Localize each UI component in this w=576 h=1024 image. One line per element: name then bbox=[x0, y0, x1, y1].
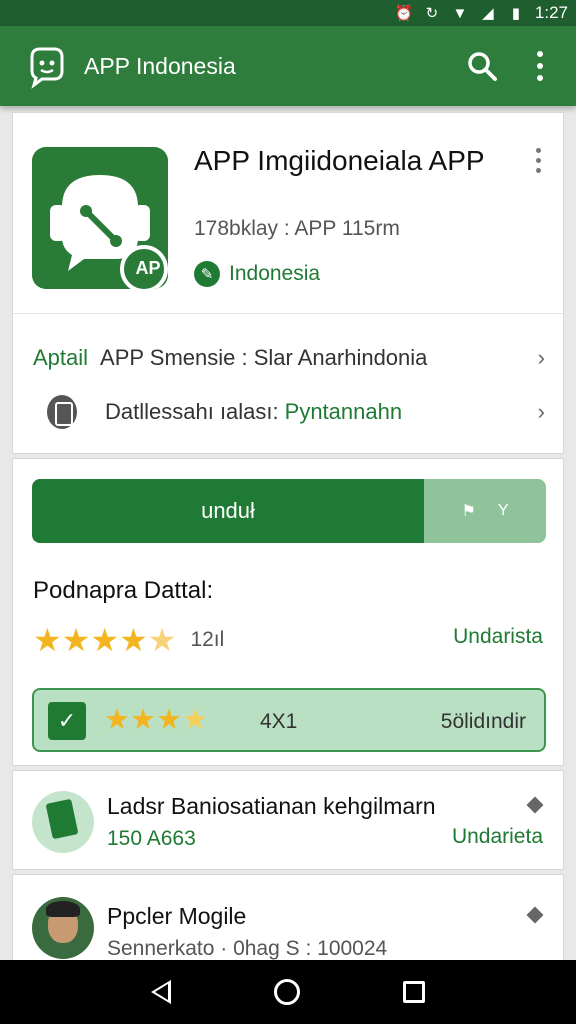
review-title: Ladsr Baniosatianan kehgilmarn bbox=[107, 793, 436, 819]
home-icon[interactable] bbox=[273, 979, 300, 1005]
clipboard-icon bbox=[47, 395, 77, 429]
review-sub: 150 A663 bbox=[107, 827, 196, 850]
app-title: APP Imgiidoneiala APP bbox=[194, 145, 485, 176]
highlight-value: 4X1 bbox=[260, 710, 298, 733]
review-link[interactable]: Undarieta bbox=[452, 825, 543, 849]
card-more-icon[interactable] bbox=[531, 145, 545, 175]
signal-icon: ◢ bbox=[482, 5, 494, 22]
review-card[interactable]: Ladsr Baniosatianan kehgilmarn 150 A663 … bbox=[12, 770, 564, 870]
install-card: unduł ⚑ Y Podnapra Dattal: ★★★★★ 12ıl Un… bbox=[12, 458, 564, 766]
app-logo-icon bbox=[30, 47, 64, 89]
battery-icon: ▮ bbox=[511, 5, 521, 22]
info-row-text: Datllessahı ıalası: bbox=[105, 399, 279, 424]
nav-bar bbox=[0, 960, 576, 1024]
info-row-1[interactable]: Aptail APP Smensie : Slar Anarhindonia › bbox=[13, 335, 563, 381]
avatar bbox=[32, 897, 94, 959]
chevron-right-icon: › bbox=[537, 399, 545, 424]
developer-link[interactable]: ✎ Indonesia bbox=[194, 261, 320, 287]
more-vert-icon[interactable] bbox=[530, 48, 550, 84]
sync-icon: ↻ bbox=[425, 5, 439, 22]
recent-apps-icon[interactable] bbox=[402, 981, 425, 1003]
user-sub: Sennerkato · 0hag S : 100024 bbox=[107, 937, 388, 960]
ratings-link[interactable]: Undarista bbox=[453, 625, 543, 649]
star-rating: ★★★★ bbox=[104, 704, 208, 736]
status-time: 1:27 bbox=[534, 3, 568, 22]
star-rating: ★★★★★ bbox=[33, 622, 177, 658]
info-row-highlight: Pyntannahn bbox=[284, 399, 403, 424]
diamond-icon[interactable] bbox=[526, 906, 544, 924]
status-bar: ⏰ ↻ ▼ ◢ ▮ 1:27 bbox=[0, 0, 576, 26]
diamond-icon[interactable] bbox=[526, 796, 544, 814]
highlight-rating-box[interactable]: ✓ ★★★★ 4X1 5ölidındir bbox=[32, 688, 546, 752]
install-button[interactable]: unduł bbox=[32, 479, 424, 543]
developer-name: Indonesia bbox=[229, 262, 321, 285]
app-meta: 178bklay : APP 115rm bbox=[194, 217, 400, 240]
info-row-2[interactable]: Datllessahı ıalası: Pyntannahn › bbox=[13, 389, 563, 435]
rating-count: 12ıl bbox=[190, 628, 225, 651]
info-row-tag: Aptail bbox=[33, 345, 89, 370]
ratings-title: Podnapra Dattal: bbox=[33, 577, 214, 604]
wifi-icon: ▼ bbox=[452, 4, 468, 22]
search-icon[interactable] bbox=[466, 50, 498, 82]
app-bar: APP Indonesia bbox=[0, 26, 576, 106]
info-row-text: APP Smensie : Slar Anarhindonia bbox=[100, 345, 428, 370]
app-icon-badge-text: AP bbox=[135, 258, 161, 278]
user-name: Ppcler Mogile bbox=[107, 903, 247, 929]
app-header-card: AP APP Imgiidoneiala APP 178bklay : APP … bbox=[12, 112, 564, 454]
divider bbox=[13, 313, 563, 314]
chevron-right-icon: › bbox=[537, 345, 545, 370]
alarm-icon: ⏰ bbox=[394, 5, 414, 22]
back-icon[interactable] bbox=[151, 980, 172, 1004]
edit-icon: ✓ bbox=[48, 702, 86, 740]
document-icon bbox=[32, 791, 94, 853]
verified-icon: ✎ bbox=[194, 261, 220, 287]
app-bar-title: APP Indonesia bbox=[84, 52, 236, 79]
install-options-button[interactable]: ⚑ Y bbox=[424, 479, 546, 543]
flag-icon: ⚑ bbox=[461, 503, 476, 520]
rating-row: ★★★★★ 12ıl bbox=[33, 621, 224, 659]
highlight-right: 5ölidındir bbox=[440, 710, 526, 733]
install-side-label: Y bbox=[497, 502, 509, 519]
